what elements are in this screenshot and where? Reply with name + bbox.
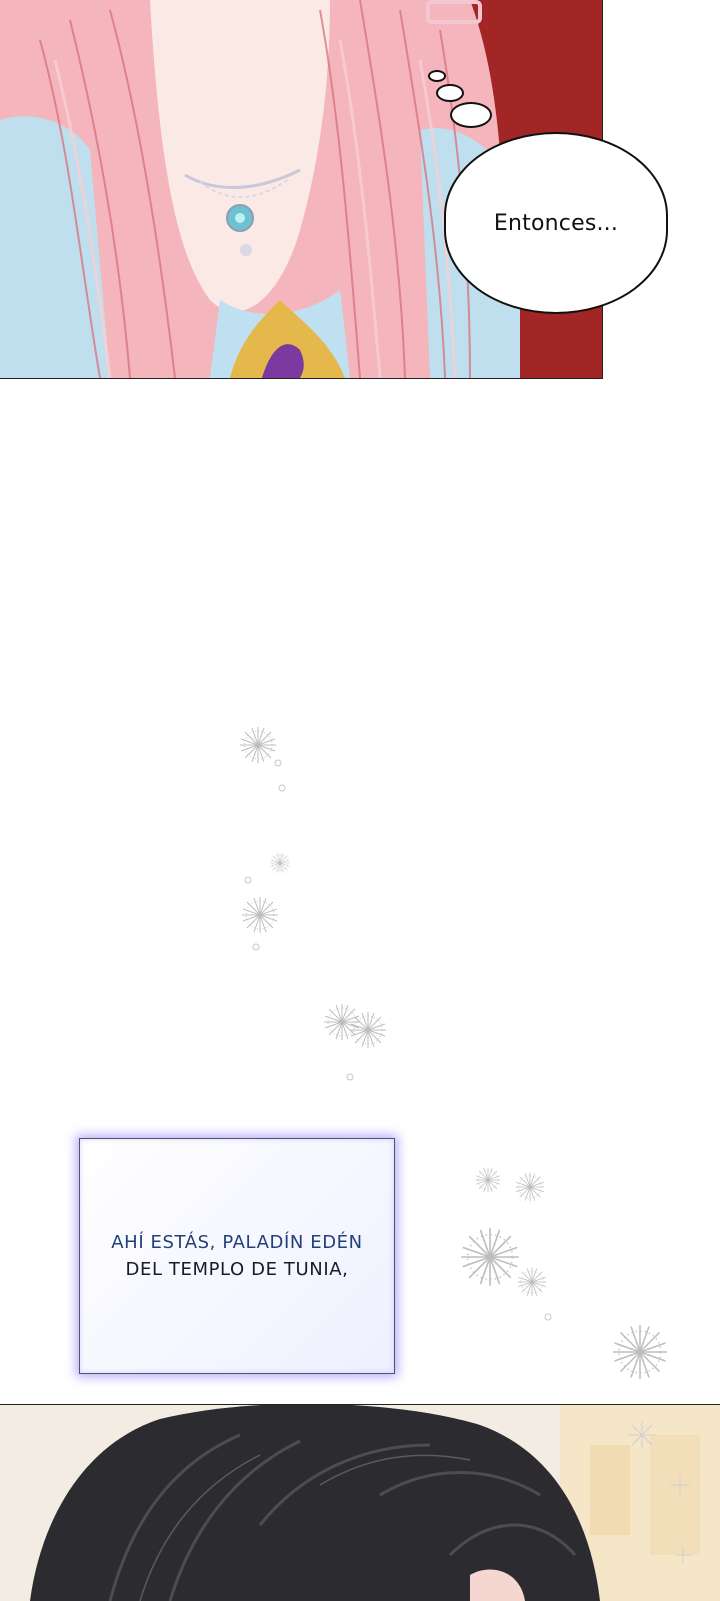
thought-dot-medium <box>436 84 464 102</box>
narration-box: AHÍ ESTÁS, PALADÍN EDÉN DEL TEMPLO DE TU… <box>79 1138 395 1374</box>
dark-hair-character-art <box>0 1405 720 1601</box>
bottom-comic-panel <box>0 1404 720 1601</box>
narration-line-2: DEL TEMPLO DE TUNIA, <box>125 1259 349 1280</box>
speech-bubble: Entonces... <box>444 132 668 314</box>
narration-line-1: AHÍ ESTÁS, PALADÍN EDÉN <box>111 1232 363 1253</box>
thought-dot-small <box>428 70 446 82</box>
speech-bubble-text: Entonces... <box>493 210 619 236</box>
thought-dot-large <box>450 102 492 128</box>
